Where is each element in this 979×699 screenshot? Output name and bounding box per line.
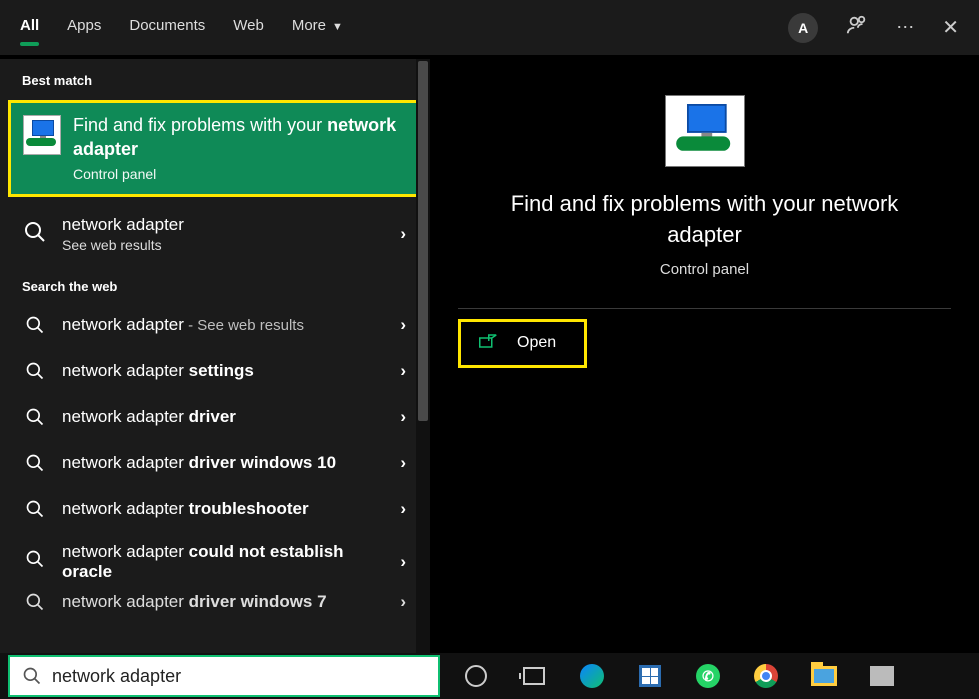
- search-header: All Apps Documents Web More▼ A ⋯ ✕: [0, 0, 979, 59]
- best-match-result[interactable]: Find and fix problems with your network …: [8, 100, 424, 197]
- suggestion-text: network adapter troubleshooter: [62, 499, 309, 519]
- chevron-down-icon: ▼: [332, 21, 343, 33]
- tab-all[interactable]: All: [20, 11, 39, 44]
- chrome-icon[interactable]: [752, 662, 780, 690]
- chevron-right-icon: ›: [400, 552, 406, 572]
- suggestion-item[interactable]: network adapter driver windows 10 ›: [0, 440, 430, 486]
- chevron-right-icon: ›: [400, 315, 406, 335]
- search-icon: [22, 358, 48, 384]
- search-icon: [22, 450, 48, 476]
- filter-tabs: All Apps Documents Web More▼: [20, 11, 343, 44]
- close-icon[interactable]: ✕: [942, 15, 959, 40]
- chevron-right-icon: ›: [400, 407, 406, 427]
- search-icon: [22, 546, 48, 572]
- suggestion-text: network adapter settings: [62, 361, 254, 381]
- printer-icon[interactable]: [868, 662, 896, 690]
- tab-documents[interactable]: Documents: [129, 11, 205, 44]
- search-icon: [22, 496, 48, 522]
- search-icon: [22, 312, 48, 338]
- search-input[interactable]: [52, 666, 430, 687]
- chevron-right-icon: ›: [400, 361, 406, 381]
- store-icon[interactable]: [636, 662, 664, 690]
- open-icon: [479, 334, 497, 353]
- network-adapter-icon: [23, 115, 61, 155]
- taskbar-icons: ✆: [462, 662, 896, 690]
- taskbar-search[interactable]: [8, 655, 440, 697]
- suggestion-item[interactable]: network adapter driver windows 7 ›: [0, 592, 430, 612]
- best-match-title: Find and fix problems with your network …: [73, 113, 409, 162]
- search-icon: [22, 404, 48, 430]
- best-match-label: Best match: [0, 59, 430, 96]
- cortana-icon[interactable]: [462, 662, 490, 690]
- search-icon: [22, 592, 48, 612]
- whatsapp-icon[interactable]: ✆: [694, 662, 722, 690]
- user-avatar[interactable]: A: [788, 13, 818, 43]
- search-icon: [22, 666, 42, 686]
- feedback-icon[interactable]: [846, 14, 868, 41]
- best-match-subtitle: Control panel: [73, 166, 409, 182]
- detail-subtitle: Control panel: [660, 261, 749, 278]
- chevron-right-icon: ›: [400, 224, 406, 244]
- web-result-primary[interactable]: network adapter See web results ›: [0, 203, 430, 265]
- suggestion-item[interactable]: network adapter driver ›: [0, 394, 430, 440]
- open-button[interactable]: Open: [458, 319, 587, 368]
- web-result-title: network adapter: [62, 215, 184, 235]
- chevron-right-icon: ›: [400, 499, 406, 519]
- detail-panel: Find and fix problems with your network …: [430, 59, 979, 653]
- open-label: Open: [517, 334, 556, 352]
- suggestion-text: network adapter driver windows 7: [62, 592, 327, 612]
- search-icon: [22, 219, 48, 245]
- results-panel: Best match Find and fix problems with yo…: [0, 59, 430, 653]
- chevron-right-icon: ›: [400, 453, 406, 473]
- web-result-subtitle: See web results: [62, 237, 184, 253]
- suggestion-item[interactable]: network adapter could not establish orac…: [0, 532, 430, 592]
- suggestion-text: network adapter could not establish orac…: [62, 542, 362, 582]
- network-adapter-icon: [665, 95, 745, 167]
- tab-apps[interactable]: Apps: [67, 11, 101, 44]
- divider: [458, 308, 951, 309]
- suggestion-text: network adapter - See web results: [62, 315, 304, 335]
- task-view-icon[interactable]: [520, 662, 548, 690]
- suggestion-item[interactable]: network adapter - See web results ›: [0, 302, 430, 348]
- search-web-label: Search the web: [0, 265, 430, 302]
- detail-title: Find and fix problems with your network …: [495, 189, 915, 251]
- main-area: Best match Find and fix problems with yo…: [0, 59, 979, 653]
- tab-web[interactable]: Web: [233, 11, 264, 44]
- suggestion-text: network adapter driver: [62, 407, 236, 427]
- options-icon[interactable]: ⋯: [896, 17, 914, 38]
- chevron-right-icon: ›: [400, 592, 406, 612]
- suggestion-item[interactable]: network adapter settings ›: [0, 348, 430, 394]
- suggestion-text: network adapter driver windows 10: [62, 453, 336, 473]
- explorer-icon[interactable]: [810, 662, 838, 690]
- tab-more[interactable]: More▼: [292, 11, 343, 44]
- edge-icon[interactable]: [578, 662, 606, 690]
- suggestion-item[interactable]: network adapter troubleshooter ›: [0, 486, 430, 532]
- taskbar: ✆: [0, 653, 979, 699]
- results-scrollbar[interactable]: [416, 59, 430, 653]
